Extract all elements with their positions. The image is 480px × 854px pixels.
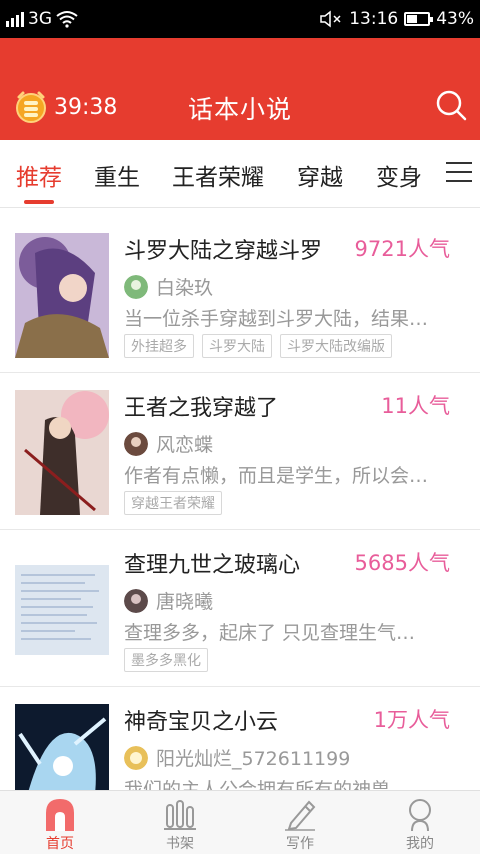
bottom-nav: 首页 书架 写作 我的 xyxy=(0,790,480,854)
active-tab-indicator xyxy=(24,200,54,204)
nav-label: 我的 xyxy=(406,836,434,852)
tag[interactable]: 外挂超多 xyxy=(124,334,194,358)
nav-profile[interactable]: 我的 xyxy=(360,791,480,854)
battery-percent: 43% xyxy=(436,9,474,29)
avatar xyxy=(124,745,148,770)
author-name: 白染玖 xyxy=(156,277,214,299)
status-bar: 3G 13:16 43% xyxy=(0,0,480,38)
list-item[interactable]: 神奇宝贝之小云 1万人气 阳光灿烂_572611199 我们的主人公会拥有所有的… xyxy=(0,687,480,790)
list-item[interactable]: 斗罗大陆之穿越斗罗 9721人气 白染玖 当一位杀手穿越到斗罗大陆，结果… 外挂… xyxy=(0,216,480,373)
app-title: 话本小说 xyxy=(187,95,292,124)
story-list: 斗罗大陆之穿越斗罗 9721人气 白染玖 当一位杀手穿越到斗罗大陆，结果… 外挂… xyxy=(0,216,480,790)
tab-time-travel[interactable]: 穿越 xyxy=(297,158,343,192)
nav-label: 首页 xyxy=(46,836,74,852)
avatar xyxy=(124,431,148,456)
clock: 13:16 xyxy=(349,9,399,29)
pencil-icon xyxy=(285,800,316,831)
author-name: 阳光灿烂_572611199 xyxy=(156,748,351,770)
book-cover xyxy=(15,547,109,672)
tag-list: 墨多多黑化 xyxy=(124,648,208,672)
author-row[interactable]: 阳光灿烂_572611199 xyxy=(124,744,350,771)
nav-home[interactable]: 首页 xyxy=(0,791,120,854)
nav-bookshelf[interactable]: 书架 xyxy=(120,791,240,854)
book-cover xyxy=(15,233,109,358)
list-item[interactable]: 查理九世之玻璃心 5685人气 唐晓曦 查理多多，起床了 只见查理生气… 墨多多… xyxy=(0,530,480,687)
bookshelf-icon xyxy=(164,800,196,830)
tab-recommend[interactable]: 推荐 xyxy=(16,158,62,192)
avatar xyxy=(124,588,148,613)
tag-list: 外挂超多 斗罗大陆 斗罗大陆改编版 xyxy=(124,334,392,358)
mute-icon xyxy=(320,10,341,28)
tag-list: 穿越王者荣耀 xyxy=(124,491,222,515)
author-row[interactable]: 风恋蝶 xyxy=(124,430,213,457)
nav-label: 书架 xyxy=(166,836,194,852)
tab-honor-of-kings[interactable]: 王者荣耀 xyxy=(172,158,264,192)
list-item[interactable]: 王者之我穿越了 11人气 风恋蝶 作者有点懒，而且是学生，所以会… 穿越王者荣耀 xyxy=(0,373,480,530)
app-header: 39:38 话本小说 xyxy=(0,38,480,140)
popularity-count: 11人气 xyxy=(381,394,450,418)
story-title: 王者之我穿越了 xyxy=(124,396,279,421)
tag[interactable]: 斗罗大陆 xyxy=(202,334,272,358)
story-title: 神奇宝贝之小云 xyxy=(124,710,279,735)
story-title: 斗罗大陆之穿越斗罗 xyxy=(124,239,323,264)
tag[interactable]: 墨多多黑化 xyxy=(124,648,208,672)
tag[interactable]: 斗罗大陆改编版 xyxy=(280,334,392,358)
signal-icon xyxy=(6,11,24,27)
tag[interactable]: 穿越王者荣耀 xyxy=(124,491,222,515)
home-icon xyxy=(46,799,74,831)
story-description: 查理多多，起床了 只见查理生气… xyxy=(124,622,416,644)
category-tabs: 推荐 重生 王者荣耀 穿越 变身 xyxy=(0,140,480,208)
story-description: 作者有点懒，而且是学生，所以会… xyxy=(124,465,429,487)
wifi-icon xyxy=(56,11,78,28)
search-icon[interactable] xyxy=(434,88,468,122)
author-name: 风恋蝶 xyxy=(156,434,214,456)
battery-icon xyxy=(404,12,434,26)
menu-icon[interactable] xyxy=(446,162,472,184)
popularity-count: 9721人气 xyxy=(354,237,450,261)
network-type: 3G xyxy=(28,9,52,29)
nav-write[interactable]: 写作 xyxy=(240,791,360,854)
book-cover xyxy=(15,390,109,515)
author-row[interactable]: 白染玖 xyxy=(124,273,213,300)
profile-icon xyxy=(409,799,431,831)
story-title: 查理九世之玻璃心 xyxy=(124,553,301,578)
author-row[interactable]: 唐晓曦 xyxy=(124,587,213,614)
tab-transform[interactable]: 变身 xyxy=(376,158,422,192)
nav-label: 写作 xyxy=(286,836,314,852)
story-description: 当一位杀手穿越到斗罗大陆，结果… xyxy=(124,308,429,330)
author-name: 唐晓曦 xyxy=(156,591,214,613)
story-description: 我们的主人公会拥有所有的神兽… xyxy=(124,779,410,790)
tab-rebirth[interactable]: 重生 xyxy=(94,158,140,192)
book-cover xyxy=(15,704,109,790)
avatar xyxy=(124,274,148,299)
popularity-count: 1万人气 xyxy=(373,708,450,732)
popularity-count: 5685人气 xyxy=(354,551,450,575)
